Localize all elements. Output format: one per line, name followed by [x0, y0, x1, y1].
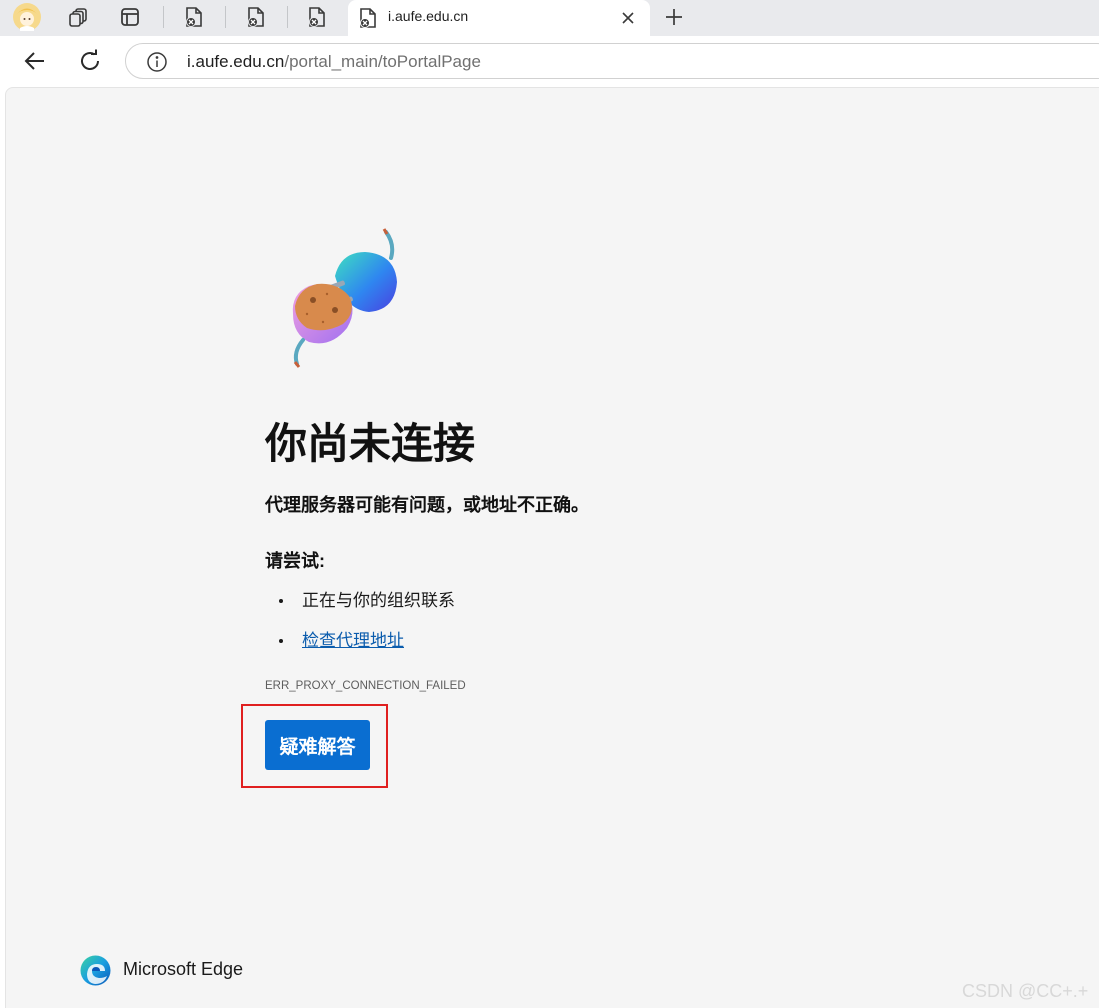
edge-logo-icon [80, 955, 111, 986]
browser-window: i.aufe.edu.cn i.aufe.edu.cn/portal_main/… [0, 0, 1099, 1008]
suggestion-list: 正在与你的组织联系 检查代理地址 [265, 588, 455, 668]
back-arrow-icon[interactable] [18, 44, 52, 78]
url-path: /portal_main/toPortalPage [284, 52, 481, 71]
tab-divider [163, 6, 164, 28]
brand-name: Microsoft Edge [123, 959, 244, 979]
check-proxy-link[interactable]: 检查代理地址 [302, 631, 404, 650]
bullet-icon [279, 639, 283, 643]
tab-divider [225, 6, 226, 28]
page-error-icon[interactable] [239, 2, 273, 32]
bullet-icon [279, 599, 283, 603]
refresh-icon[interactable] [73, 44, 107, 78]
error-subtitle: 代理服务器可能有问题，或地址不正确。 [265, 495, 589, 515]
profile-avatar-icon[interactable] [10, 2, 44, 32]
list-item: 正在与你的组织联系 [265, 588, 455, 628]
page-error-icon[interactable] [300, 2, 334, 32]
annotation-highlight-box [241, 704, 388, 788]
url-host: i.aufe.edu.cn [187, 52, 285, 71]
info-icon[interactable] [146, 51, 168, 73]
page-error-icon [358, 7, 378, 28]
watermark-text: CSDN @CC+.+ [962, 981, 1089, 1001]
plus-icon[interactable] [657, 2, 691, 32]
page-content [5, 87, 1099, 1008]
error-title: 你尚未连接 [265, 420, 476, 467]
close-icon[interactable] [616, 6, 640, 30]
navigation-toolbar: i.aufe.edu.cn/portal_main/toPortalPage [0, 36, 1099, 86]
error-code: ERR_PROXY_CONNECTION_FAILED [265, 680, 466, 692]
suggestion-contact-org: 正在与你的组织联系 [302, 591, 455, 610]
url-text: i.aufe.edu.cn/portal_main/toPortalPage [187, 52, 481, 72]
address-bar[interactable]: i.aufe.edu.cn/portal_main/toPortalPage [125, 43, 1099, 79]
page-error-icon[interactable] [177, 2, 211, 32]
tab-actions-icon[interactable] [113, 2, 147, 32]
active-tab[interactable]: i.aufe.edu.cn [348, 0, 650, 37]
tab-strip: i.aufe.edu.cn [0, 0, 1099, 37]
try-label: 请尝试: [265, 551, 325, 571]
tab-divider [287, 6, 288, 28]
tab-title: i.aufe.edu.cn [388, 8, 469, 24]
workspaces-icon[interactable] [61, 2, 95, 32]
list-item: 检查代理地址 [265, 628, 455, 668]
unplugged-plug-illustration [283, 224, 408, 369]
